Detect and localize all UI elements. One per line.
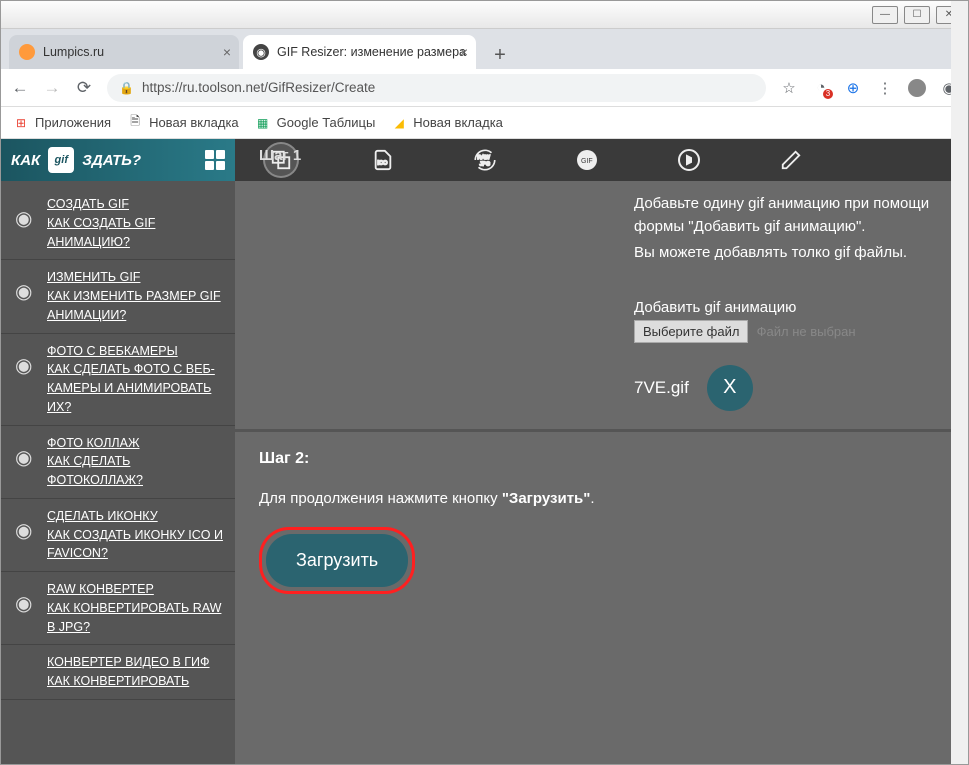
window-maximize-button[interactable]: ☐ [904,6,930,24]
sidebar-title-right: ЗДАТЬ? [82,152,141,169]
bookmark-item[interactable]: ◢Новая вкладка [391,115,503,131]
sidebar-item: ◉ RAW КОНВЕРТЕР КАК КОНВЕРТИРОВАТЬ RAW В… [1,572,235,645]
bookmark-item[interactable]: ▦Google Таблицы [255,115,376,131]
choose-file-button[interactable]: Выберите файл [634,320,748,343]
main-panel: Шаг 1 ICO RAWJPG GIF Добавьте одину gif … [235,139,968,764]
remove-file-button[interactable]: X [707,365,753,411]
tab-close-icon[interactable]: × [223,44,231,60]
address-bar: ← → ⟳ 🔒 https://ru.toolson.net/GifResize… [1,69,968,107]
apps-button[interactable]: ⊞Приложения [13,115,111,131]
tool-gif-icon[interactable]: GIF [571,144,603,176]
sidebar-link[interactable]: RAW КОНВЕРТЕР [47,580,225,599]
sheets-icon: ▦ [255,115,271,131]
step2-area: Шаг 2: Для продолжения нажмите кнопку "З… [235,429,968,612]
sidebar-item: КОНВЕРТЕР ВИДЕО В ГИФ КАК КОНВЕРТИРОВАТЬ [1,645,235,700]
new-tab-button[interactable]: + [486,41,514,69]
selected-file-row: 7VE.gif X [634,365,944,411]
spiral-icon [15,667,37,691]
back-button[interactable]: ← [11,78,29,98]
tool-raw-icon[interactable]: RAWJPG [469,144,501,176]
sidebar-link[interactable]: ФОТО С ВЕБКАМЕРЫ [47,342,225,361]
add-file-label: Добавить gif анимацию [634,299,944,316]
reload-button[interactable]: ⟳ [75,78,93,98]
page-icon: ◢ [391,115,407,131]
spiral-icon: ◉ [15,594,37,636]
tab-lumpics[interactable]: Lumpics.ru × [9,35,239,69]
spiral-icon: ◉ [15,356,37,417]
lock-icon: 🔒 [119,81,134,95]
sidebar-link[interactable]: КАК КОНВЕРТИРОВАТЬ [47,672,225,691]
grid-icon[interactable] [205,150,225,170]
window-minimize-button[interactable]: — [872,6,898,24]
page-content: КАК gif ЗДАТЬ? ◉ СОЗДАТЬ GIF КАК СОЗДАТЬ… [1,139,968,764]
sidebar-link[interactable]: КАК ИЗМЕНИТЬ РАЗМЕР GIF АНИМАЦИИ? [47,287,225,325]
sidebar-link[interactable]: КАК СОЗДАТЬ GIF АНИМАЦИЮ? [47,214,225,252]
tab-favicon-toolson: ◉ [253,44,269,60]
svg-text:JPG: JPG [480,161,491,167]
tab-title: GIF Resizer: изменение размера [277,45,466,59]
tool-ico-icon[interactable]: ICO [367,144,399,176]
bookmarks-bar: ⊞Приложения 🗎Новая вкладка ▦Google Табли… [1,107,968,139]
svg-text:GIF: GIF [581,158,593,165]
sidebar-link[interactable]: СОЗДАТЬ GIF [47,195,225,214]
gif-logo-icon: gif [48,147,74,173]
tab-close-icon[interactable]: × [460,44,468,60]
profile-avatar[interactable] [908,79,926,97]
sidebar-link[interactable]: КОНВЕРТЕР ВИДЕО В ГИФ [47,653,225,672]
spiral-icon: ◉ [15,448,37,490]
sidebar-list: ◉ СОЗДАТЬ GIF КАК СОЗДАТЬ GIF АНИМАЦИЮ? … [1,181,235,706]
upload-button[interactable]: Загрузить [266,534,408,587]
sidebar-item: ◉ ФОТО С ВЕБКАМЕРЫ КАК СДЕЛАТЬ ФОТО С ВЕ… [1,334,235,426]
tab-favicon-lumpics [19,44,35,60]
step2-title: Шаг 2: [259,450,944,468]
extension-icon[interactable]: ◔ [812,79,830,97]
sidebar-item: ◉ ФОТО КОЛЛАЖ КАК СДЕЛАТЬ ФОТОКОЛЛАЖ? [1,426,235,499]
tab-gifresizer[interactable]: ◉ GIF Resizer: изменение размера × [243,35,476,69]
tool-toolbar: Шаг 1 ICO RAWJPG GIF [235,139,968,181]
sidebar-link[interactable]: ИЗМЕНИТЬ GIF [47,268,225,287]
svg-text:RAW: RAW [477,155,490,161]
star-icon[interactable]: ☆ [780,79,798,97]
instructions-column: Добавьте одину gif анимацию при помощи ф… [634,181,944,411]
tool-edit-icon[interactable] [775,144,807,176]
sidebar-link[interactable]: КАК СДЕЛАТЬ ФОТО С ВЕБ-КАМЕРЫ И АНИМИРОВ… [47,360,225,416]
url-input[interactable]: 🔒 https://ru.toolson.net/GifResizer/Crea… [107,74,766,102]
bookmark-item[interactable]: 🗎Новая вкладка [127,115,239,131]
instruction-text: Добавьте одину gif анимацию при помощи ф… [634,193,944,238]
sidebar-item: ◉ СДЕЛАТЬ ИКОНКУ КАК СОЗДАТЬ ИКОНКУ ICO … [1,499,235,572]
step2-text: Для продолжения нажмите кнопку "Загрузит… [259,490,944,507]
sidebar: КАК gif ЗДАТЬ? ◉ СОЗДАТЬ GIF КАК СОЗДАТЬ… [1,139,235,764]
svg-text:ICO: ICO [378,161,389,167]
instruction-text: Вы можете добавлять толко gif файлы. [634,242,944,265]
more-icon[interactable]: ⋮ [876,79,894,97]
sidebar-link[interactable]: ФОТО КОЛЛАЖ [47,434,225,453]
file-status: Файл не выбран [757,324,856,339]
page-scrollbar[interactable] [951,1,968,764]
sidebar-title-left: КАК [11,152,40,169]
sidebar-header: КАК gif ЗДАТЬ? [1,139,235,181]
step1-area: Добавьте одину gif анимацию при помощи ф… [235,181,968,429]
sidebar-item: ◉ ИЗМЕНИТЬ GIF КАК ИЗМЕНИТЬ РАЗМЕР GIF А… [1,260,235,333]
sidebar-link[interactable]: КАК СОЗДАТЬ ИКОНКУ ICO И FAVICON? [47,526,225,564]
upload-highlight: Загрузить [259,527,415,594]
forward-button[interactable]: → [43,78,61,98]
apps-icon: ⊞ [13,115,29,131]
sidebar-item: ◉ СОЗДАТЬ GIF КАК СОЗДАТЬ GIF АНИМАЦИЮ? [1,187,235,260]
browser-tabstrip: Lumpics.ru × ◉ GIF Resizer: изменение ра… [1,29,968,69]
page-icon: 🗎 [127,115,143,131]
sidebar-link[interactable]: КАК СДЕЛАТЬ ФОТОКОЛЛАЖ? [47,452,225,490]
spiral-icon: ◉ [15,282,37,324]
tab-title: Lumpics.ru [43,45,104,59]
step1-title: Шаг 1 [259,147,301,164]
globe-icon[interactable]: ⊕ [844,79,862,97]
tool-music-icon[interactable] [673,144,705,176]
spiral-icon: ◉ [15,521,37,563]
spiral-icon: ◉ [15,209,37,251]
sidebar-link[interactable]: КАК КОНВЕРТИРОВАТЬ RAW В JPG? [47,599,225,637]
sidebar-link[interactable]: СДЕЛАТЬ ИКОНКУ [47,507,225,526]
window-titlebar: — ☐ ✕ [1,1,968,29]
url-text: https://ru.toolson.net/GifResizer/Create [142,80,375,95]
filename-text: 7VE.gif [634,378,689,398]
